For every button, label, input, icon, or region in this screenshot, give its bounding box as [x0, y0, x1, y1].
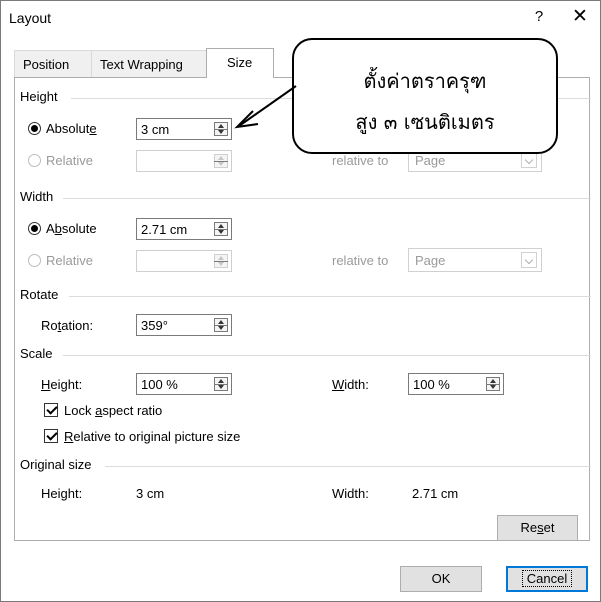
width-group-divider — [63, 198, 591, 199]
rotate-group-divider — [69, 296, 591, 297]
original-size-group-divider — [105, 466, 591, 467]
original-width-label: Width: — [332, 486, 369, 501]
lock-aspect-ratio-label: Lock aspect ratio — [64, 403, 163, 418]
width-relative-to-label: relative to — [332, 253, 389, 268]
scale-width-label: Width: — [332, 377, 369, 392]
scale-height-input[interactable]: 100 % — [136, 373, 232, 395]
width-relative-to-select[interactable]: Page — [408, 248, 542, 272]
relative-to-original-checkbox[interactable] — [44, 429, 58, 443]
height-relative-input[interactable] — [136, 150, 232, 172]
original-height-value: 3 cm — [136, 486, 165, 501]
rotation-label: Rotation: — [41, 318, 94, 333]
chevron-down-icon — [521, 152, 537, 168]
height-relative-label: Relative — [46, 153, 93, 168]
width-group-label: Width — [20, 189, 58, 204]
title-bar: Layout ? ✕ — [1, 1, 600, 35]
height-relative-to-label: relative to — [332, 153, 389, 168]
scale-group-divider — [63, 355, 591, 356]
close-button[interactable]: ✕ — [567, 5, 593, 29]
scale-group-label: Scale — [20, 346, 57, 361]
cancel-button[interactable]: Cancel — [506, 566, 588, 592]
width-absolute-input[interactable]: 2.71 cm — [136, 218, 232, 240]
width-relative-input[interactable] — [136, 250, 232, 272]
annotation-callout: ตั้งค่าตราครุฑ สูง ๓ เซนติเมตร — [292, 38, 558, 154]
ok-button[interactable]: OK — [400, 566, 482, 592]
help-button[interactable]: ? — [529, 8, 549, 28]
callout-line-2: สูง ๓ เซนติเมตร — [355, 110, 495, 134]
tab-position[interactable]: Position — [14, 50, 92, 78]
original-height-label: Height: — [41, 486, 83, 501]
rotation-input[interactable]: 359° — [136, 314, 232, 336]
rotate-group-label: Rotate — [20, 287, 63, 302]
height-absolute-input[interactable]: 3 cm — [136, 118, 232, 140]
height-absolute-radio[interactable] — [28, 122, 41, 135]
width-absolute-label: Absolute — [46, 221, 97, 236]
lock-aspect-ratio-checkbox[interactable] — [44, 403, 58, 417]
callout-line-1: ตั้งค่าตราครุฑ — [363, 69, 487, 93]
height-relative-radio[interactable] — [28, 154, 41, 167]
width-relative-radio[interactable] — [28, 254, 41, 267]
chevron-down-icon — [521, 252, 537, 268]
height-group-label: Height — [20, 89, 62, 104]
relative-to-original-label: Relative to original picture size — [64, 429, 241, 444]
dialog-title: Layout — [9, 10, 52, 26]
width-relative-label: Relative — [46, 253, 93, 268]
original-size-group-label: Original size — [20, 457, 96, 472]
reset-button[interactable]: Reset — [497, 515, 578, 541]
original-width-value: 2.71 cm — [412, 486, 459, 501]
tab-text-wrapping[interactable]: Text Wrapping — [91, 50, 207, 78]
callout-arrow-icon — [234, 85, 297, 129]
width-absolute-radio[interactable] — [28, 222, 41, 235]
scale-width-input[interactable]: 100 % — [408, 373, 504, 395]
height-absolute-label: Absolute — [46, 121, 97, 136]
scale-height-label: Height: — [41, 377, 83, 392]
layout-dialog: Layout ? ✕ Position Text Wrapping Size H… — [0, 0, 601, 602]
